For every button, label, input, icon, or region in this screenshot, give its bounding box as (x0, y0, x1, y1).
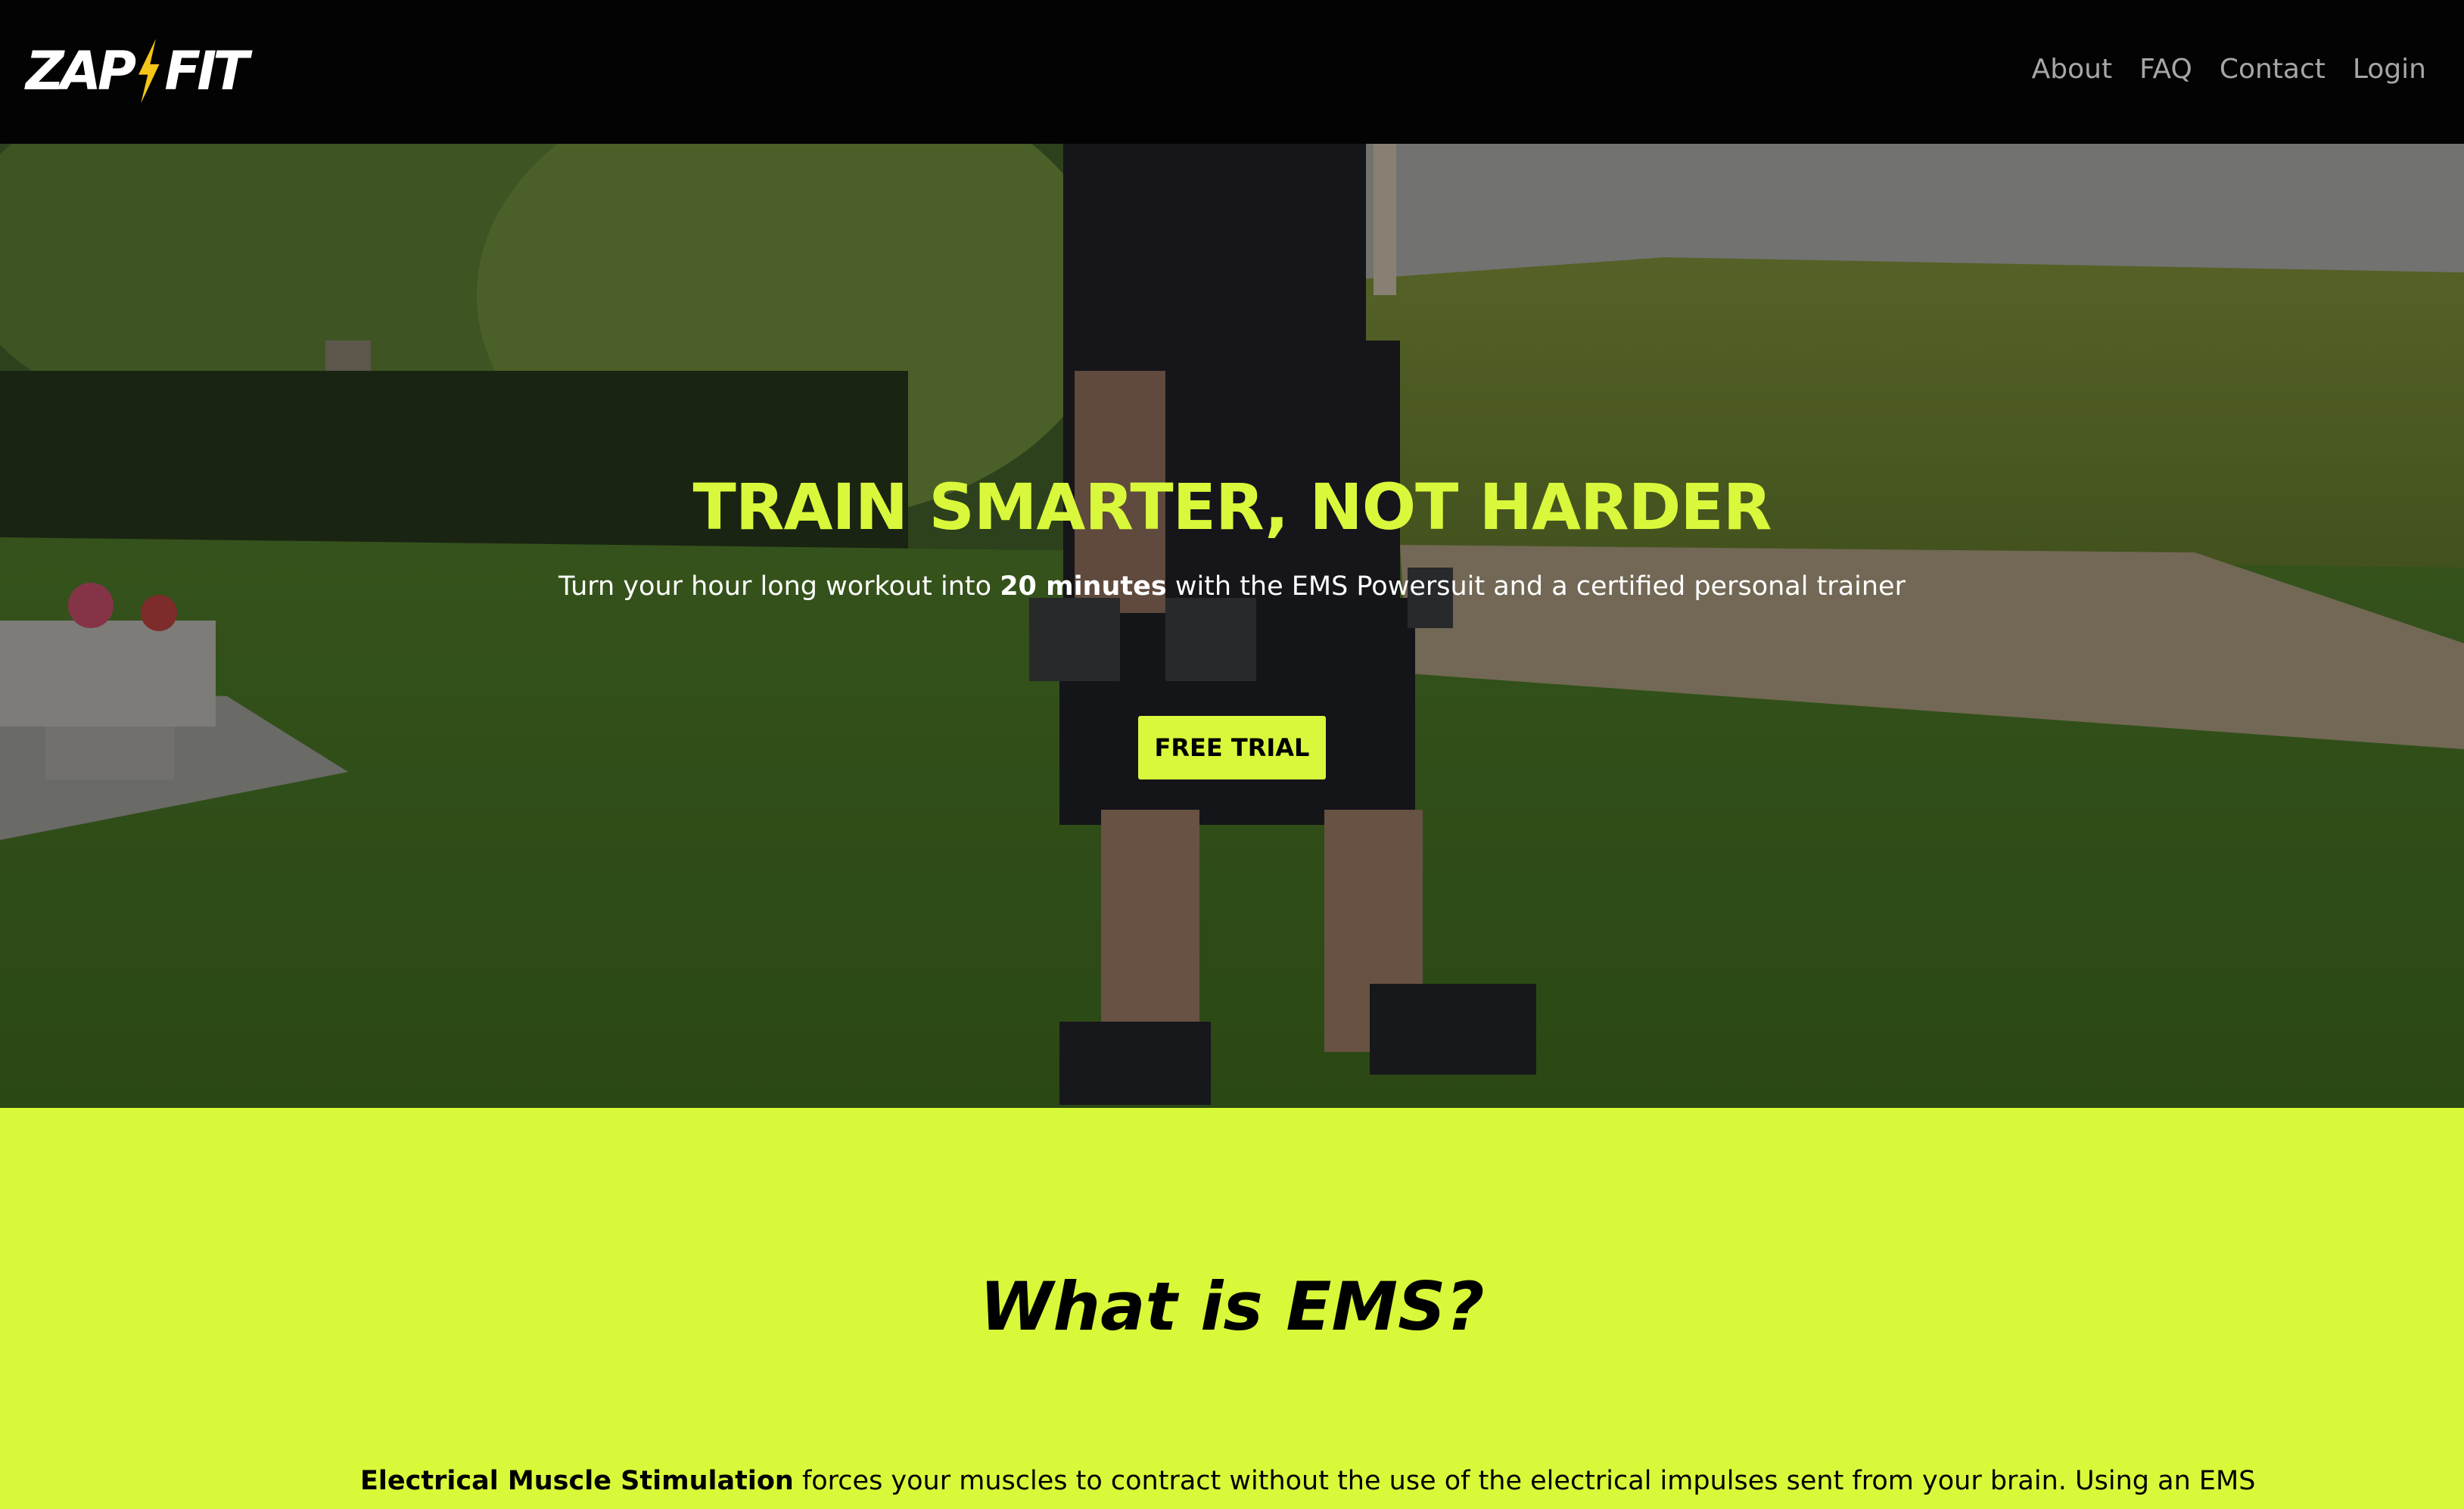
what-is-ems-section: What is EMS? Electrical Muscle Stimulati… (0, 1108, 2464, 1509)
page: ZAP FIT About FAQ Contact Login TRAIN SM… (0, 0, 2464, 1509)
hero-dark-overlay (0, 144, 2464, 1108)
hero-subtitle-pre: Turn your hour long workout into (558, 571, 1000, 602)
top-navbar: ZAP FIT About FAQ Contact Login (0, 0, 2464, 144)
nav-link-contact[interactable]: Contact (2220, 47, 2326, 92)
ems-heading: What is EMS? (979, 1268, 1485, 1346)
logo-text-zap: ZAP (26, 40, 136, 102)
hero-subtitle-post: with the EMS Powersuit and a certified p… (1166, 571, 1906, 602)
hero-section: TRAIN SMARTER, NOT HARDER Turn your hour… (0, 144, 2464, 1108)
nav-link-about[interactable]: About (2032, 47, 2112, 92)
hero-subtitle-bold: 20 minutes (1000, 571, 1167, 602)
nav-link-login[interactable]: Login (2353, 47, 2426, 92)
lightning-bolt-icon (138, 39, 160, 104)
hero-subtitle: Turn your hour long workout into 20 minu… (0, 568, 2464, 605)
nav-link-faq[interactable]: FAQ (2139, 47, 2192, 92)
hero-title: TRAIN SMARTER, NOT HARDER (692, 470, 1772, 544)
ems-description-text: forces your muscles to contract without … (793, 1466, 2256, 1496)
zapfit-logo[interactable]: ZAP FIT (26, 29, 249, 114)
logo-text-fit: FIT (164, 40, 249, 102)
ems-description-bold: Electrical Muscle Stimulation (360, 1466, 794, 1496)
nav-menu: About FAQ Contact Login (2032, 47, 2426, 92)
ems-description: Electrical Muscle Stimulation forces you… (360, 1462, 2255, 1500)
free-trial-button[interactable]: FREE TRIAL (1138, 716, 1326, 779)
